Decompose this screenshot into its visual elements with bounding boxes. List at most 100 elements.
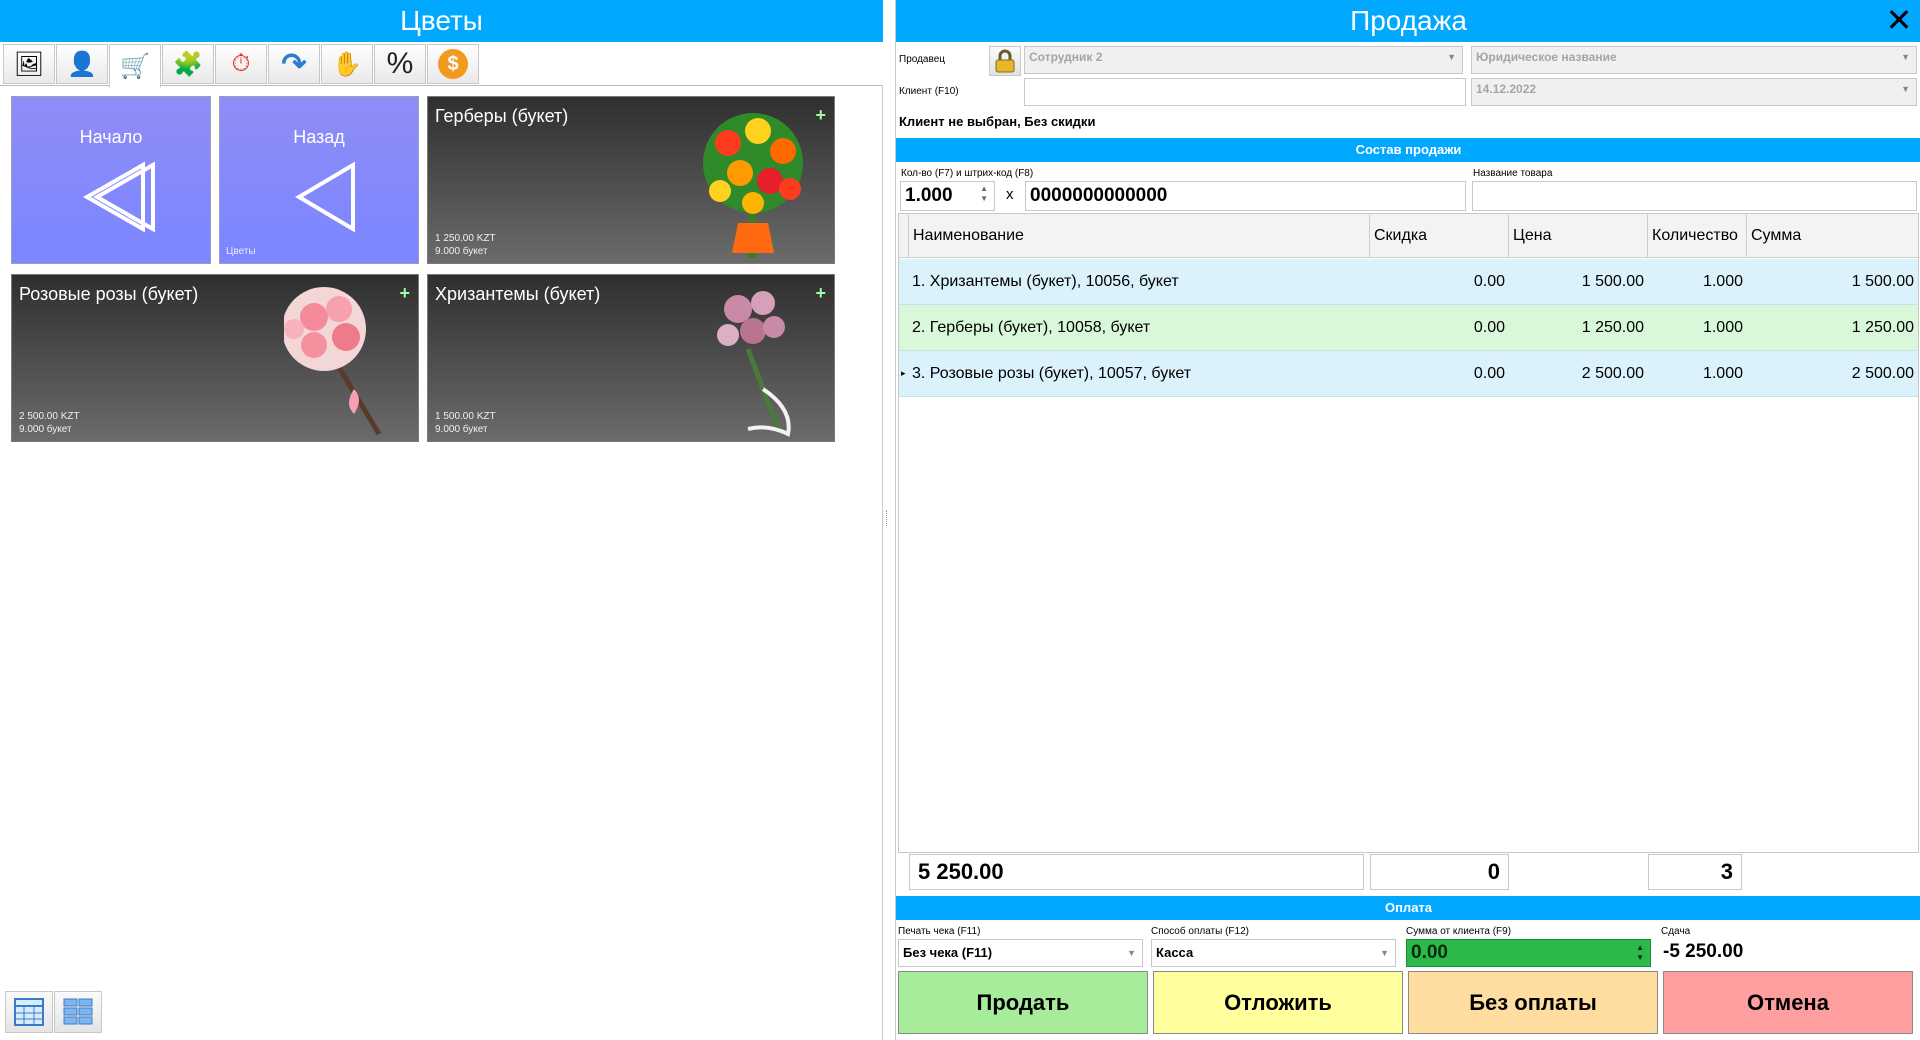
client-input[interactable] [1024,78,1466,106]
sale-items-table: Наименование Скидка Цена Количество Сумм… [898,213,1919,853]
left-arrow-icon [295,161,355,233]
receipt-select[interactable]: Без чека (F11) ▼ [898,939,1143,967]
seller-select[interactable]: Сотрудник 2 ▼ [1024,46,1463,74]
user-icon[interactable]: 👤 [56,44,108,84]
legal-name-value: Юридическое название [1476,50,1617,64]
total-sum: 5 250.00 [909,854,1364,890]
stepper-arrows-icon[interactable]: ▲ ▼ [980,184,988,204]
legal-name-select[interactable]: Юридическое название ▼ [1471,46,1917,74]
picture-icon[interactable]: 🖼 [3,44,55,84]
tile-gerbera[interactable]: Герберы (букет) + 1 250.00 KZT 9.000 бук… [427,96,835,264]
tile-chrysanthemum-price: 1 500.00 KZT [435,411,496,422]
client-sum-input[interactable]: 0.00 ▲ ▼ [1406,939,1651,967]
row-price: 1 250.00 [1581,319,1644,336]
column-header-price[interactable]: Цена [1509,214,1648,258]
current-row-arrow-icon: ▸ [901,368,906,378]
chevron-down-icon: ▼ [1901,52,1910,62]
table-view-button[interactable] [5,991,53,1033]
double-left-arrow-icon [82,161,155,233]
puzzle-icon-glyph: 🧩 [173,50,203,78]
date-value: 14.12.2022 [1476,82,1537,96]
table-view-icon [14,998,44,1026]
chevron-down-icon: ▼ [1447,52,1456,62]
hand-icon-glyph: ✋ [332,50,362,78]
row-name: 3. Розовые розы (букет), 10057, букет [912,365,1192,382]
sale-section-header: Состав продажи [896,138,1920,162]
close-icon[interactable]: ✕ [1882,4,1916,38]
change-label: Сдача [1661,926,1691,937]
tile-gerbera-price: 1 250.00 KZT [435,233,496,244]
seller-label: Продавец [899,54,945,65]
percent-icon[interactable]: % [374,44,426,84]
tile-gerbera-label: Герберы (букет) [435,106,569,126]
tile-roses-price: 2 500.00 KZT [19,411,80,422]
no-payment-button[interactable]: Без оплаты [1408,971,1658,1034]
column-header-discount[interactable]: Скидка [1370,214,1509,258]
chevron-down-icon: ▼ [1901,84,1910,94]
row-sum: 1 500.00 [1851,273,1914,290]
tile-start[interactable]: Начало [11,96,211,264]
barcode-input[interactable]: 0000000000000 [1025,181,1466,211]
product-name-label: Название товара [1473,168,1553,179]
tile-roses-stock: 9.000 букет [19,424,72,435]
table-row[interactable]: 1. Хризантемы (букет), 10056, букет 0.00… [899,259,1918,305]
client-status: Клиент не выбран, Без скидки [899,114,1096,129]
tile-roses[interactable]: Розовые розы (букет) + 2 500.00 KZT 9.00… [11,274,419,442]
chevron-down-icon: ▼ [1127,948,1136,958]
client-sum-value: 0.00 [1411,942,1448,963]
row-qty: 1.000 [1702,365,1743,382]
row-sum: 2 500.00 [1851,365,1914,382]
tile-back-sub: Цветы [226,246,256,257]
change-value: -5 250.00 [1663,941,1744,962]
qty-barcode-label: Кол-во (F7) и штрих-код (F8) [901,168,1034,179]
dollar-coin-icon[interactable]: $ [427,44,479,84]
date-select[interactable]: 14.12.2022 ▼ [1471,78,1917,106]
add-plus-icon[interactable]: + [399,283,410,304]
sale-title: Продажа [896,0,1920,42]
sell-button[interactable]: Продать [898,971,1148,1034]
payment-method-select[interactable]: Касса ▼ [1151,939,1396,967]
puzzle-icon[interactable]: 🧩 [162,44,214,84]
row-discount: 0.00 [1473,273,1505,290]
row-sum: 1 250.00 [1851,319,1914,336]
lock-icon [995,49,1015,73]
tile-back-label: Назад [293,127,345,147]
row-qty: 1.000 [1702,273,1743,290]
total-discount: 0 [1370,854,1509,890]
row-price: 2 500.00 [1581,365,1644,382]
add-plus-icon[interactable]: + [815,105,826,126]
row-name: 1. Хризантемы (букет), 10056, букет [912,273,1179,290]
seller-select-value: Сотрудник 2 [1029,50,1103,64]
tile-start-label: Начало [79,127,143,147]
table-row[interactable]: ▸ 3. Розовые розы (букет), 10057, букет … [899,351,1918,397]
row-price: 1 500.00 [1581,273,1644,290]
column-header-name[interactable]: Наименование [909,214,1370,258]
redo-arrow-icon-glyph: ↷ [281,47,307,81]
tile-chrysanthemum-stock: 9.000 букет [435,424,488,435]
panel-splitter[interactable] [886,510,892,526]
barcode-value: 0000000000000 [1030,185,1168,206]
user-icon-glyph: 👤 [67,50,97,78]
tile-chrysanthemum[interactable]: Хризантемы (букет) + 1 500.00 KZT 9.000 … [427,274,835,442]
column-header-qty[interactable]: Количество [1648,214,1747,258]
tile-back[interactable]: Назад Цветы [219,96,419,264]
cancel-button[interactable]: Отмена [1663,971,1913,1034]
chevron-down-icon: ▼ [1380,948,1389,958]
row-indicator-header [899,214,909,258]
hand-icon[interactable]: ✋ [321,44,373,84]
row-discount: 0.00 [1473,319,1505,336]
lock-button[interactable] [989,46,1021,76]
catalog-title: Цветы [0,0,883,42]
qty-stepper[interactable]: 1.000 ▲ ▼ [900,181,995,211]
row-discount: 0.00 [1473,365,1505,382]
table-row[interactable]: 2. Герберы (букет), 10058, букет 0.00 1 … [899,305,1918,351]
postpone-button[interactable]: Отложить [1153,971,1403,1034]
redo-arrow-icon[interactable]: ↷ [268,44,320,84]
cart-icon[interactable]: 🛒 [109,44,161,88]
tile-view-button[interactable] [54,991,102,1033]
stepper-arrows-icon[interactable]: ▲ ▼ [1636,943,1644,963]
product-name-input[interactable] [1472,181,1917,211]
receipt-label: Печать чека (F11) [898,926,981,937]
column-header-sum[interactable]: Сумма [1747,214,1918,258]
clock-icon[interactable]: ⏱ [215,44,267,84]
